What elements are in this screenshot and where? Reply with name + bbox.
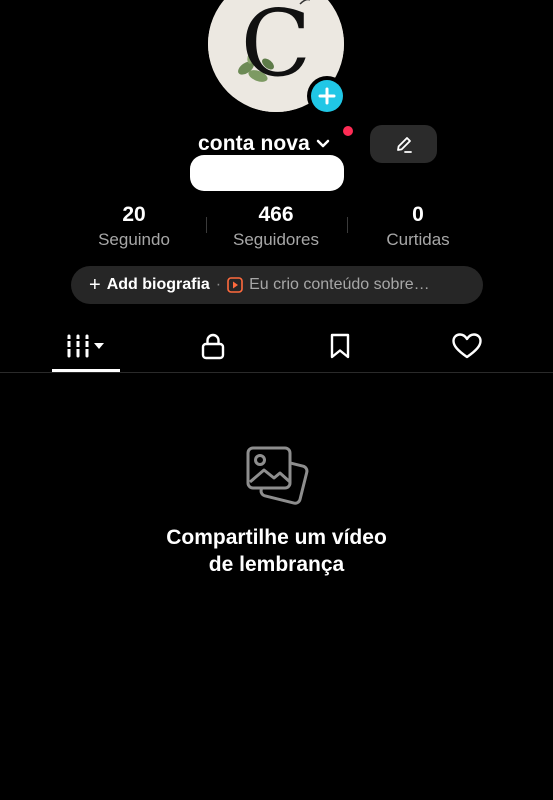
tabs-divider bbox=[0, 372, 553, 373]
avatar-letter: C bbox=[240, 0, 312, 97]
add-bio-text: Add biografia bbox=[106, 276, 210, 293]
stat-followers[interactable]: 466 Seguidores bbox=[201, 202, 351, 252]
handle-redaction bbox=[190, 155, 344, 191]
stat-following-value: 20 bbox=[122, 203, 146, 226]
stat-followers-label: Seguidores bbox=[232, 230, 319, 249]
photos-icon bbox=[244, 444, 310, 515]
empty-state-line-1: Compartilhe um vídeo bbox=[166, 526, 387, 549]
tab-videos[interactable] bbox=[52, 322, 120, 370]
notification-dot bbox=[343, 126, 353, 136]
stat-likes[interactable]: 0 Curtidas bbox=[343, 202, 493, 252]
username: conta nova bbox=[198, 132, 310, 155]
lock-icon bbox=[201, 333, 225, 360]
tab-liked[interactable] bbox=[434, 322, 500, 370]
chevron-down-icon bbox=[316, 139, 330, 149]
play-icon bbox=[227, 277, 243, 293]
tab-private[interactable] bbox=[180, 322, 246, 370]
stat-likes-label: Curtidas bbox=[386, 230, 450, 249]
stat-following-label: Seguindo bbox=[98, 230, 170, 249]
empty-state-message: Compartilhe um vídeo de lembrança bbox=[0, 524, 553, 578]
heart-icon bbox=[452, 333, 482, 359]
empty-state-line-2: de lembrança bbox=[208, 553, 345, 576]
profile-tabs bbox=[0, 322, 553, 374]
stat-following[interactable]: 20 Seguindo bbox=[59, 202, 209, 252]
bio-hint-text: Eu crio conteúdo sobre… bbox=[249, 276, 430, 293]
add-avatar-button[interactable] bbox=[307, 76, 347, 116]
add-bio-label: + Add biografia bbox=[89, 275, 210, 295]
edit-profile-button[interactable] bbox=[370, 125, 437, 163]
stat-followers-value: 466 bbox=[258, 203, 294, 226]
plus-icon: + bbox=[89, 274, 101, 296]
account-switcher[interactable]: conta nova bbox=[198, 131, 330, 157]
bookmark-icon bbox=[330, 333, 350, 359]
profile-stats: 20 Seguindo 466 Seguidores 0 Curtidas bbox=[0, 202, 553, 258]
tab-saved[interactable] bbox=[307, 322, 373, 370]
grid-icon bbox=[66, 334, 104, 358]
plus-icon bbox=[318, 87, 336, 105]
bio-separator: · bbox=[215, 276, 222, 293]
pencil-icon bbox=[396, 137, 412, 153]
add-bio-button[interactable]: + Add biografia · Eu crio conteúdo sobre… bbox=[71, 266, 483, 304]
stat-likes-value: 0 bbox=[412, 203, 424, 226]
bio-hint: Eu crio conteúdo sobre… bbox=[227, 276, 430, 294]
